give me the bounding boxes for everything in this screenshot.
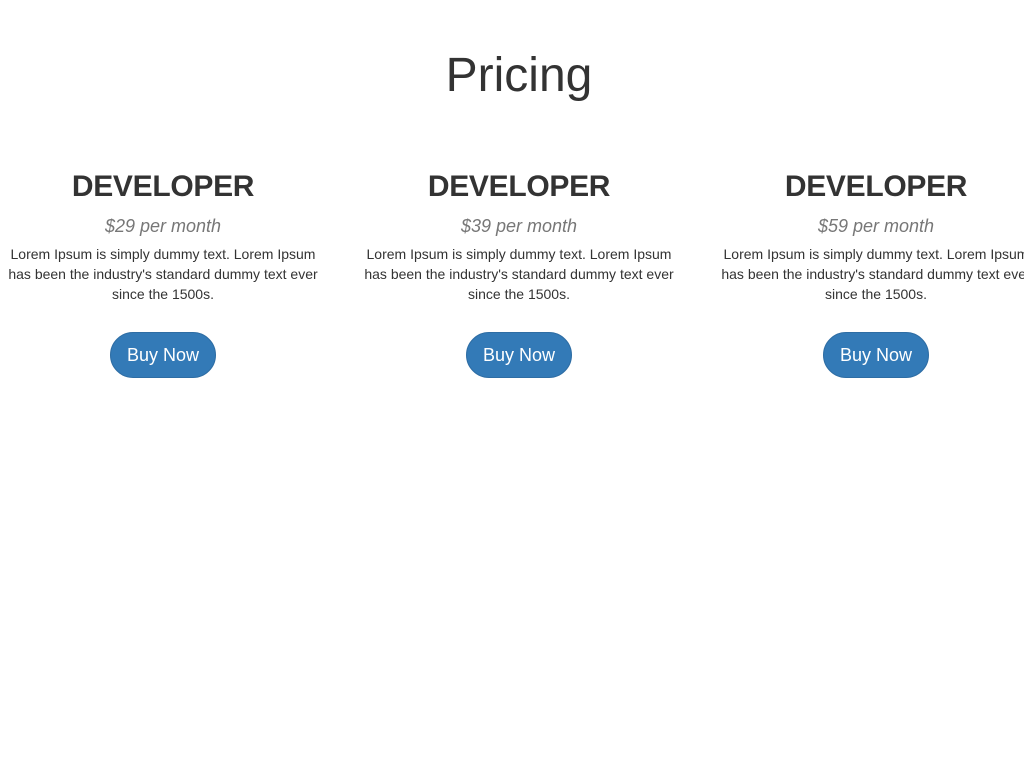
plan-description: Lorem Ipsum is simply dummy text. Lorem … — [364, 246, 674, 302]
plan-price: $59 per month — [817, 216, 935, 236]
pricing-page: Pricing DEVELOPER $29 per month Lorem Ip… — [0, 0, 1024, 768]
plan-description: Lorem Ipsum is simply dummy text. Lorem … — [721, 246, 1024, 302]
pricing-plan-39: DEVELOPER $39 per month Lorem Ipsum is s… — [357, 168, 681, 378]
buy-now-button[interactable]: Buy Now — [465, 332, 573, 378]
pricing-plan-29: DEVELOPER $29 per month Lorem Ipsum is s… — [1, 168, 325, 378]
plan-name: DEVELOPER — [784, 170, 968, 203]
plan-name: DEVELOPER — [71, 170, 255, 203]
page-title: Pricing — [445, 49, 593, 102]
plan-description: Lorem Ipsum is simply dummy text. Lorem … — [8, 246, 318, 302]
buy-now-button[interactable]: Buy Now — [109, 332, 217, 378]
plan-name: DEVELOPER — [427, 170, 611, 203]
plan-price: $29 per month — [104, 216, 222, 236]
pricing-plans: DEVELOPER $29 per month Lorem Ipsum is s… — [0, 168, 1024, 408]
plan-price: $39 per month — [460, 216, 578, 236]
buy-now-button[interactable]: Buy Now — [822, 332, 930, 378]
pricing-plan-59: DEVELOPER $59 per month Lorem Ipsum is s… — [714, 168, 1024, 378]
